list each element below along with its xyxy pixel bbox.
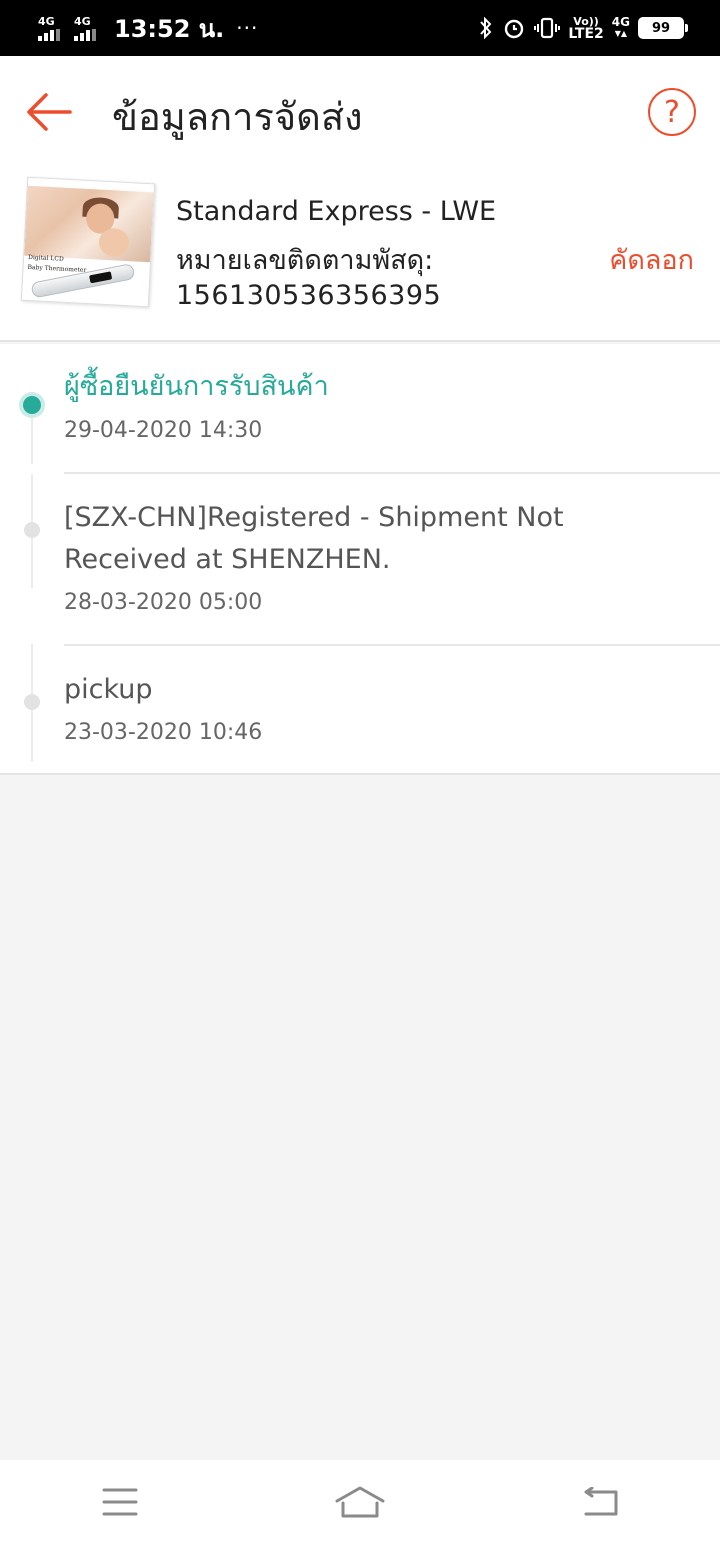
signal-icon: 4G <box>74 16 96 41</box>
page-title: ข้อมูลการจัดส่ง <box>112 95 363 139</box>
volte-icon: Vo)) LTE2 <box>568 15 604 42</box>
battery-icon: 99 <box>638 17 688 39</box>
clock: 13:52 น. <box>114 14 225 43</box>
system-nav-bar <box>0 1460 720 1544</box>
network-type: 4G <box>38 14 55 28</box>
bluetooth-icon <box>480 16 492 40</box>
timeline-divider <box>64 472 720 474</box>
product-caption: Baby Thermometer <box>27 263 87 274</box>
timeline-dot-active <box>23 396 41 414</box>
shipping-info-card: Digital LCD Baby Thermometer Standard Ex… <box>0 168 720 342</box>
tracking-timeline: ผู้ซื้อยืนยันการรับสินค้า 29-04-2020 14:… <box>0 344 720 775</box>
timeline-event-title: [SZX-CHN]Registered - Shipment Not Recei… <box>64 502 564 575</box>
product-caption: Digital LCD <box>27 253 64 263</box>
tracking-label: หมายเลขติดตามพัสดุ: <box>176 245 434 276</box>
tracking-number: 156130536356395 <box>176 280 442 311</box>
menu-icon[interactable] <box>80 1472 160 1532</box>
more-notifications-icon: ··· <box>236 16 259 40</box>
timeline-event-time: 28-03-2020 05:00 <box>64 590 263 615</box>
network-type: 4G <box>74 14 91 28</box>
status-bar: 4G 4G 13:52 น. ··· Vo)) LTE2 4G ▼▲ 99 <box>0 0 720 56</box>
timeline-event-time: 23-03-2020 10:46 <box>64 720 263 745</box>
app-header: ข้อมูลการจัดส่ง ? <box>0 56 720 168</box>
timeline-event-title: ผู้ซื้อยืนยันการรับสินค้า <box>64 371 329 402</box>
back-icon[interactable] <box>560 1472 640 1532</box>
timeline-event-title: pickup <box>64 674 153 705</box>
battery-level: 99 <box>651 20 671 36</box>
timeline-dot <box>24 522 40 538</box>
vibrate-icon <box>534 17 561 39</box>
product-thumbnail: Digital LCD Baby Thermometer <box>20 176 156 308</box>
home-icon[interactable] <box>320 1472 400 1532</box>
timeline-event-time: 29-04-2020 14:30 <box>64 418 263 443</box>
alarm-icon <box>505 19 524 39</box>
data-icon: 4G ▼▲ <box>611 15 630 38</box>
arrow-left-icon[interactable] <box>26 92 72 132</box>
timeline-line <box>31 406 33 464</box>
signal-icon: 4G <box>38 16 60 41</box>
timeline-divider <box>64 644 720 646</box>
carrier-name: Standard Express - LWE <box>176 196 497 227</box>
question-circle-icon[interactable]: ? <box>648 88 696 136</box>
product-photo <box>24 185 154 263</box>
copy-button[interactable]: คัดลอก <box>609 238 694 281</box>
timeline-dot <box>24 694 40 710</box>
